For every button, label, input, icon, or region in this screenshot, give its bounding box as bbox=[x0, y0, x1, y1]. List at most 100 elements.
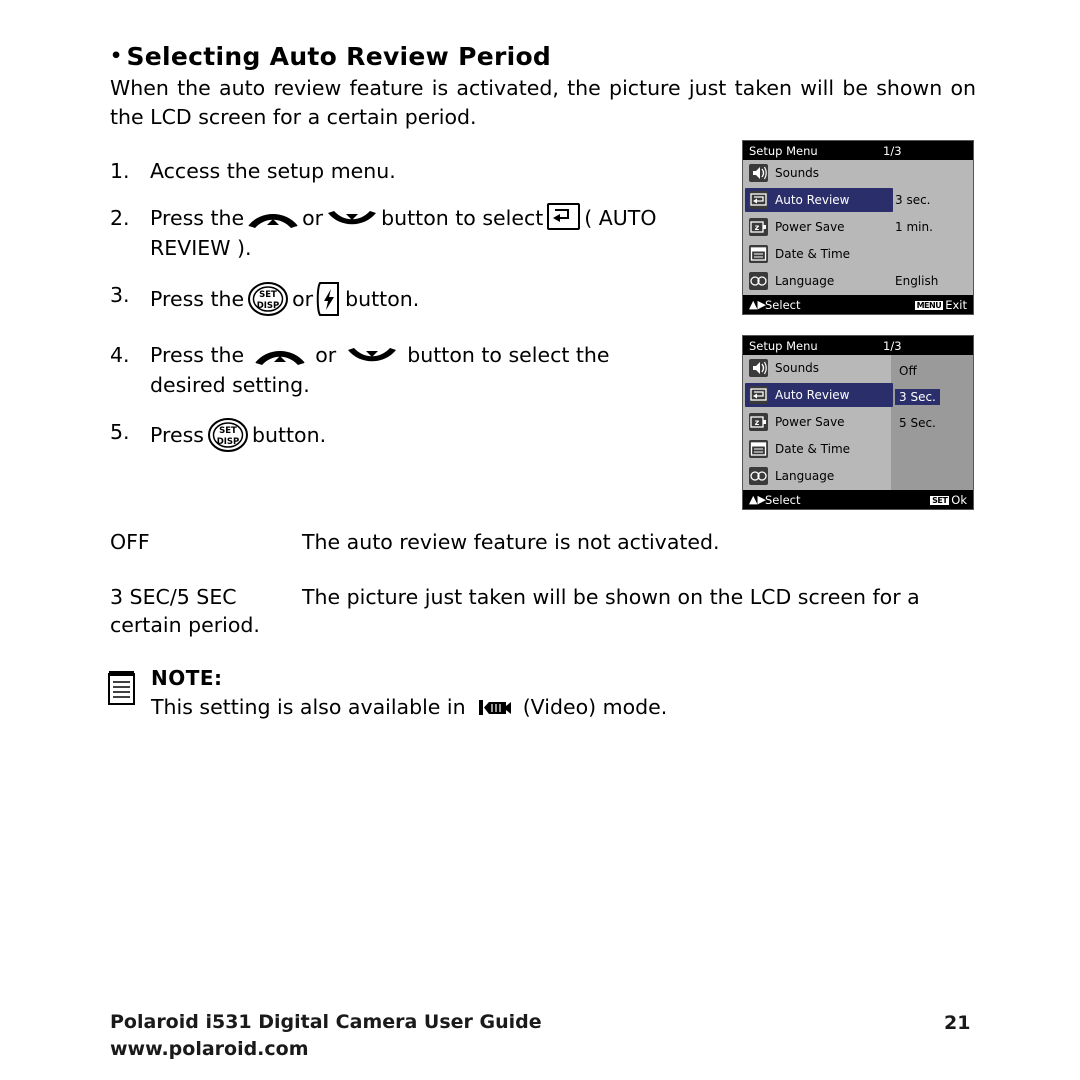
note-body-before: This setting is also available in bbox=[151, 695, 466, 719]
lcd2-row-auto-review[interactable]: Auto Review bbox=[743, 382, 973, 409]
lcd1-row-language[interactable]: Language English bbox=[743, 268, 973, 295]
step-3-text: Press the SET DISP or button. bbox=[150, 280, 720, 318]
step-4: 4. Press the or button to select the des… bbox=[110, 340, 760, 400]
lcd2-title-bar: Setup Menu 1/3 bbox=[743, 336, 973, 355]
sounds-icon bbox=[749, 164, 768, 182]
lcd1-row-label: Language bbox=[775, 274, 835, 288]
power-save-icon: z bbox=[749, 218, 768, 236]
page-title-text: Selecting Auto Review Period bbox=[126, 42, 552, 71]
svg-text:DISP: DISP bbox=[257, 301, 280, 311]
lcd2-row-label: Sounds bbox=[775, 361, 820, 375]
lcd1-title: Setup Menu bbox=[749, 144, 818, 158]
step-4-text-d: desired setting. bbox=[150, 373, 310, 397]
lcd2-footer-ok-label: Ok bbox=[951, 493, 967, 507]
auto-review-icon bbox=[547, 203, 581, 230]
page-title: • Selecting Auto Review Period bbox=[110, 42, 551, 71]
lcd1-row-value: English bbox=[895, 274, 939, 288]
step-5: 5. Press SET DISP button. bbox=[110, 417, 720, 453]
up-button-icon bbox=[247, 209, 299, 230]
notepad-icon bbox=[108, 670, 135, 705]
lcd2-row-language[interactable]: Language bbox=[743, 463, 973, 490]
step-4-text-c: button to select the bbox=[407, 343, 610, 367]
lcd1-row-power-save[interactable]: z Power Save 1 min. bbox=[743, 214, 973, 241]
step-1: 1. Access the setup menu. bbox=[110, 156, 720, 186]
lcd1-footer-exit-label: Exit bbox=[945, 298, 967, 312]
language-icon bbox=[749, 272, 768, 290]
svg-text:SET: SET bbox=[259, 290, 277, 300]
step-3-text-c: button. bbox=[345, 287, 420, 311]
lcd1-rows: Sounds Auto Review 3 sec. z Power Save 1… bbox=[743, 160, 973, 295]
lcd-screen-setup-menu-2: Setup Menu 1/3 Off 3 Sec. 5 Sec. Sounds bbox=[742, 335, 974, 510]
down-button-icon bbox=[346, 346, 398, 367]
lcd-screen-setup-menu-1: Setup Menu 1/3 Sounds Auto Review 3 sec. bbox=[742, 140, 974, 315]
lcd2-page-indicator: 1/3 bbox=[883, 339, 902, 353]
lcd2-rows: Off 3 Sec. 5 Sec. Sounds Auto Review z P… bbox=[743, 355, 973, 490]
lcd1-row-label: Power Save bbox=[775, 220, 845, 234]
step-4-text-a: Press the bbox=[150, 343, 245, 367]
step-4-text: Press the or button to select the desire… bbox=[150, 340, 760, 400]
step-2-number: 2. bbox=[110, 206, 130, 230]
step-2: 2. Press the or button to select ( AUTO REV… bbox=[110, 203, 720, 263]
lcd1-row-label: Sounds bbox=[775, 166, 820, 180]
setting-definitions: OFF The auto review feature is not activ… bbox=[110, 528, 976, 666]
step-3-number: 3. bbox=[110, 283, 130, 307]
lcd2-footer-select: Select bbox=[765, 493, 801, 507]
power-save-icon: z bbox=[749, 413, 768, 431]
lcd1-page-indicator: 1/3 bbox=[883, 144, 902, 158]
lcd2-row-label: Power Save bbox=[775, 415, 845, 429]
definition-description: The auto review feature is not activated… bbox=[302, 530, 720, 554]
language-icon bbox=[749, 467, 768, 485]
lcd1-row-label: Auto Review bbox=[775, 193, 850, 207]
definition-term: OFF bbox=[110, 530, 150, 554]
lcd1-title-bar: Setup Menu 1/3 bbox=[743, 141, 973, 160]
note-body-after: (Video) mode. bbox=[522, 695, 668, 719]
lcd1-footer-bar: ▲▶ Select MENU Exit bbox=[743, 295, 973, 314]
document-page: • Selecting Auto Review Period When the a… bbox=[0, 0, 1080, 1080]
definition-off: OFF The auto review feature is not activ… bbox=[110, 528, 976, 556]
updown-arrows-icon: ▲▶ bbox=[749, 298, 766, 311]
lcd1-row-sounds[interactable]: Sounds bbox=[743, 160, 973, 187]
lcd2-row-date-time[interactable]: Date & Time bbox=[743, 436, 973, 463]
lcd1-row-auto-review[interactable]: Auto Review 3 sec. bbox=[743, 187, 973, 214]
step-3-text-b: or bbox=[292, 287, 314, 311]
note-title: NOTE: bbox=[151, 666, 223, 690]
definition-term: 3 SEC/5 SEC bbox=[110, 585, 237, 609]
lcd2-row-label: Auto Review bbox=[775, 388, 850, 402]
lcd2-title: Setup Menu bbox=[749, 339, 818, 353]
intro-paragraph: When the auto review feature is activate… bbox=[110, 76, 976, 129]
lcd1-row-date-time[interactable]: Date & Time bbox=[743, 241, 973, 268]
step-5-text-b: button. bbox=[251, 423, 327, 447]
auto-review-icon bbox=[749, 191, 768, 209]
footer-page-number: 21 bbox=[944, 1012, 971, 1034]
step-2-text-a: Press the bbox=[150, 206, 245, 230]
up-button-icon bbox=[254, 346, 306, 367]
bullet-icon: • bbox=[110, 45, 123, 67]
lcd1-row-value: 3 sec. bbox=[895, 193, 931, 207]
lcd1-row-value: 1 min. bbox=[895, 220, 933, 234]
date-time-icon bbox=[749, 245, 768, 263]
step-3: 3. Press the SET DISP or button. bbox=[110, 280, 720, 318]
lcd2-row-label: Language bbox=[775, 469, 835, 483]
lcd2-row-sounds[interactable]: Sounds bbox=[743, 355, 973, 382]
step-5-text-a: Press bbox=[150, 423, 204, 447]
footer-guide-title: Polaroid i531 Digital Camera User Guide bbox=[110, 1011, 542, 1033]
auto-review-icon bbox=[749, 386, 768, 404]
lcd2-row-power-save[interactable]: z Power Save bbox=[743, 409, 973, 436]
numbered-steps: 1. Access the setup menu. 2. Press the or… bbox=[110, 156, 720, 470]
step-5-number: 5. bbox=[110, 420, 130, 444]
lcd2-row-label: Date & Time bbox=[775, 442, 851, 456]
video-mode-icon bbox=[476, 698, 512, 717]
step-2-text-b: or bbox=[302, 206, 324, 230]
step-2-text-c: button to select bbox=[381, 206, 544, 230]
svg-text:z: z bbox=[755, 223, 760, 232]
step-2-text: Press the or button to select ( AUTO REVIEW… bbox=[150, 203, 720, 263]
set-disp-button-icon: SET DISP bbox=[247, 281, 289, 317]
step-4-number: 4. bbox=[110, 343, 130, 367]
step-4-text-b: or bbox=[315, 343, 337, 367]
svg-text:SET: SET bbox=[219, 426, 237, 436]
menu-key-icon: MENU bbox=[914, 301, 944, 310]
lcd2-footer-bar: ▲▶ Select SET Ok bbox=[743, 490, 973, 509]
step-1-number: 1. bbox=[110, 159, 130, 183]
lcd2-footer-ok: SET Ok bbox=[930, 493, 967, 507]
lcd1-row-label: Date & Time bbox=[775, 247, 851, 261]
